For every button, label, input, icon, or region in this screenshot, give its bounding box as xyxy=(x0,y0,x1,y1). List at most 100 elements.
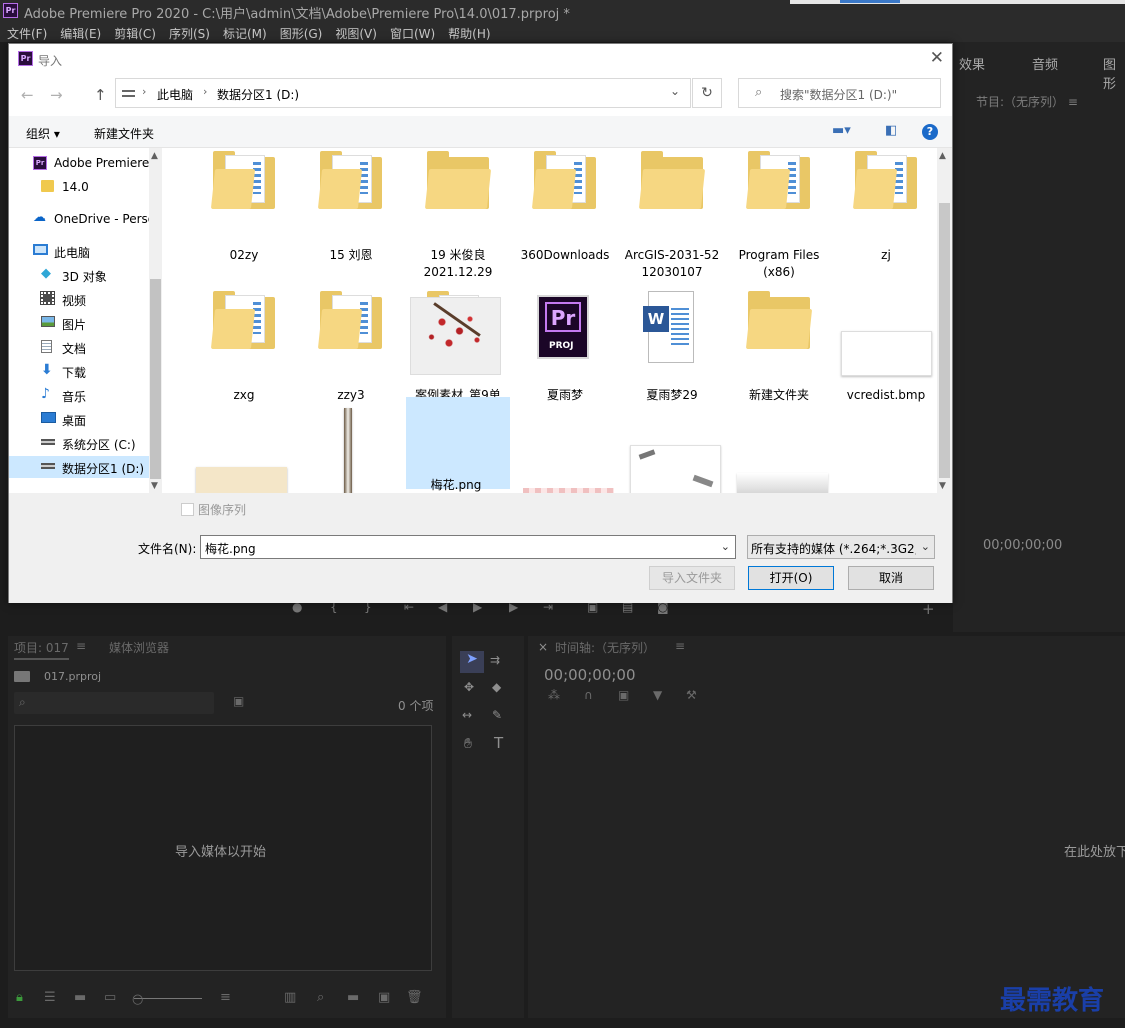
tree-item[interactable]: 此电脑 xyxy=(9,240,149,262)
view-mode-icon[interactable]: ▬▾ xyxy=(832,123,851,138)
menu-edit[interactable]: 编辑(E) xyxy=(53,22,107,42)
tree-item[interactable]: 14.0 xyxy=(9,176,149,198)
ripple-edit-tool-icon[interactable]: ✥ xyxy=(464,680,474,694)
slip-tool-icon[interactable]: ↔ xyxy=(462,708,472,722)
tree-item[interactable]: ☁ OneDrive - Perso xyxy=(9,208,149,230)
file-item[interactable]: 画幅背景.jpg xyxy=(194,420,294,493)
file-type-select[interactable]: 所有支持的媒体 (*.264;*.3G2;* ⌄ xyxy=(747,535,935,559)
folder-item[interactable]: zxg xyxy=(194,283,294,411)
breadcrumb-drive-d[interactable]: 数据分区1 (D:) xyxy=(217,86,299,103)
snap-icon[interactable]: ⁂ xyxy=(548,688,560,702)
hand-tool-icon[interactable]: ✋︎ xyxy=(464,736,472,752)
project-panel-footer[interactable]: 🔒︎ ☰ ▬ ▭ ○ ≡ ▥ ⌕ ▬ ▣ 🗑︎ xyxy=(14,990,434,1008)
chevron-down-icon[interactable]: ⌄ xyxy=(670,84,680,98)
menu-window[interactable]: 窗口(W) xyxy=(383,22,441,42)
address-bar[interactable]: › 此电脑 › 数据分区1 (D:) ⌄ xyxy=(115,78,691,108)
tab-project[interactable]: 项目: 017 xyxy=(14,639,69,660)
tab-media-browser[interactable]: 媒体浏览器 xyxy=(109,639,169,656)
tree-item[interactable]: 系统分区 (C:) xyxy=(9,432,149,454)
linked-selection-icon[interactable]: ∩ xyxy=(584,688,593,702)
file-scrollbar[interactable]: ▲ ▼ xyxy=(937,148,952,493)
filename-field[interactable]: 梅花.png ⌄ xyxy=(200,535,736,559)
menu-markers[interactable]: 标记(M) xyxy=(216,22,273,42)
breadcrumb-separator[interactable]: › xyxy=(142,85,146,98)
menu-file[interactable]: 文件(F) xyxy=(0,22,53,42)
add-marker-icon[interactable]: ▣ xyxy=(618,688,629,702)
file-item[interactable]: 水纹.png xyxy=(515,420,615,493)
file-item[interactable]: 仙鹤.png xyxy=(622,420,722,493)
up-icon[interactable]: ↑ xyxy=(94,86,107,104)
project-drop-area[interactable]: 导入媒体以开始 xyxy=(14,725,432,971)
breadcrumb-this-pc[interactable]: 此电脑 xyxy=(157,86,193,103)
breadcrumb-separator[interactable]: › xyxy=(203,85,207,98)
menu-clip[interactable]: 剪辑(C) xyxy=(107,22,162,42)
preview-pane-icon[interactable]: ◧ xyxy=(885,123,897,138)
marker-icon[interactable]: ▼ xyxy=(653,688,662,702)
tree-item[interactable]: ♪ 音乐 xyxy=(9,384,149,406)
organize-button[interactable]: 组织 ▾ xyxy=(26,125,60,142)
file-item[interactable]: Pr PROJ 夏雨梦 xyxy=(515,283,615,411)
tab-effects[interactable]: 效果 xyxy=(959,54,985,73)
tree-item[interactable]: ⬇ 下载 xyxy=(9,360,149,382)
tree-item[interactable]: 图片 xyxy=(9,312,149,334)
menu-sequence[interactable]: 序列(S) xyxy=(162,22,216,42)
tree-item[interactable]: 视频 xyxy=(9,288,149,310)
pen-tool-icon[interactable]: ✎ xyxy=(492,708,502,722)
search-input[interactable]: ⌕ 搜索"数据分区1 (D:)" xyxy=(738,78,941,108)
razor-tool-icon[interactable]: ◆ xyxy=(492,680,501,694)
monitor-transport-controls[interactable]: ● { } ⇤ ◀ ▶ ▶ ⇥ ▣ ▤ ◙ + xyxy=(280,600,950,620)
folder-item[interactable]: ArcGIS-2031-52 12030107 xyxy=(622,148,722,279)
close-icon[interactable]: ✕ xyxy=(930,48,944,68)
tree-item[interactable]: ◆ 3D 对象 xyxy=(9,264,149,286)
chevron-down-icon[interactable]: ⌄ xyxy=(721,540,730,553)
help-icon[interactable]: ? xyxy=(922,124,938,140)
close-timeline-icon[interactable]: × xyxy=(538,640,548,654)
file-name-label: 15 刘恩 xyxy=(329,248,373,262)
folder-item[interactable]: 02zy xyxy=(194,148,294,271)
track-select-tool-icon[interactable]: ⇉ xyxy=(490,653,500,667)
folder-item[interactable]: 15 刘恩 xyxy=(301,148,401,271)
forward-icon[interactable]: → xyxy=(50,86,63,104)
open-button[interactable]: 打开(O) xyxy=(748,566,834,590)
folder-item[interactable]: 新建文件夹 xyxy=(729,283,829,411)
folder-item[interactable]: Program Files (x86) xyxy=(729,148,829,279)
new-bin-search-icon[interactable]: ▣ xyxy=(233,694,244,708)
dialog-title-bar: Pr 导入 ✕ xyxy=(9,44,952,74)
folder-item[interactable]: zzy3 xyxy=(301,283,401,411)
scrollbar-thumb xyxy=(150,279,161,479)
menu-view[interactable]: 视图(V) xyxy=(328,22,383,42)
type-tool-icon[interactable]: T xyxy=(494,734,503,752)
tree-item-label: 音乐 xyxy=(62,390,87,404)
new-folder-button[interactable]: 新建文件夹 xyxy=(94,125,154,142)
panel-menu-icon[interactable]: ≡ xyxy=(675,639,685,653)
file-item[interactable]: 远山.png xyxy=(729,420,829,493)
panel-menu-icon[interactable]: ≡ xyxy=(76,639,86,653)
tab-audio[interactable]: 音频 xyxy=(1032,54,1058,73)
tree-item[interactable]: 桌面 xyxy=(9,408,149,430)
folder-doc-thumbnail-icon xyxy=(515,148,615,233)
window-controls[interactable] xyxy=(790,0,1125,4)
file-item[interactable]: 画轴.png xyxy=(301,408,401,493)
folder-item[interactable]: 19 米俊良 2021.12.29 xyxy=(408,148,508,279)
tree-item[interactable]: 数据分区1 (D:) xyxy=(9,456,149,478)
panel-menu-icon[interactable]: ≡ xyxy=(1068,95,1078,109)
tree-scrollbar[interactable]: ▲ ▼ xyxy=(149,148,162,493)
wrench-icon[interactable]: ⚒ xyxy=(686,688,697,702)
file-item[interactable]: W 夏雨梦29 xyxy=(622,283,722,411)
folder-item[interactable]: zj xyxy=(836,148,936,271)
file-item[interactable]: vcredist.bmp xyxy=(836,283,936,411)
tab-graphics[interactable]: 图形 xyxy=(1103,54,1125,92)
tree-item[interactable]: Pr Adobe Premiere xyxy=(9,152,149,174)
file-item[interactable]: 梅花.png xyxy=(406,297,510,492)
folder-item[interactable]: 360Downloads xyxy=(515,148,615,271)
refresh-button[interactable]: ↻ xyxy=(692,78,722,108)
menu-help[interactable]: 帮助(H) xyxy=(441,22,496,42)
import-folder-button[interactable]: 导入文件夹 xyxy=(649,566,735,590)
project-search-input[interactable]: ⌕ xyxy=(14,692,214,714)
image-sequence-checkbox[interactable] xyxy=(181,503,194,516)
back-icon[interactable]: ← xyxy=(21,86,34,104)
menu-graphics[interactable]: 图形(G) xyxy=(273,22,329,42)
selection-tool-icon[interactable]: ➤ xyxy=(460,651,484,673)
tree-item[interactable]: 文档 xyxy=(9,336,149,358)
cancel-button[interactable]: 取消 xyxy=(848,566,934,590)
